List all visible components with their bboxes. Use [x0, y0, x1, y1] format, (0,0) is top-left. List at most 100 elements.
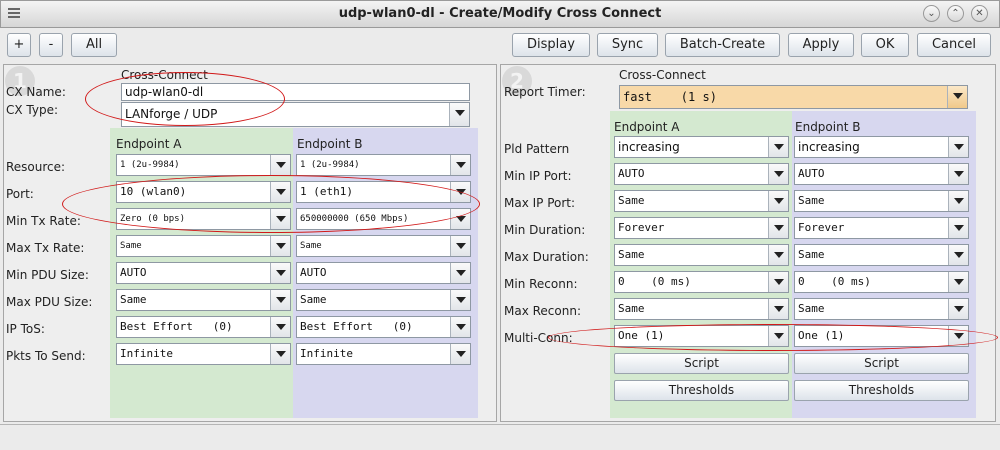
chevron-down-icon: [270, 290, 290, 310]
chevron-down-icon: [450, 344, 470, 364]
chevron-down-icon: [948, 164, 968, 184]
chevron-down-icon: [270, 209, 290, 229]
status-bar: [0, 424, 1000, 450]
thresholds-b-button[interactable]: Thresholds: [794, 380, 969, 401]
minimize-icon[interactable]: ⌄: [923, 5, 940, 22]
max-duration-label: Max Duration:: [504, 250, 589, 264]
chevron-down-icon: [450, 263, 470, 283]
chevron-down-icon: [450, 290, 470, 310]
max-duration-b-select[interactable]: Same: [794, 244, 969, 266]
chevron-down-icon: [948, 218, 968, 238]
resource-label: Resource:: [6, 160, 66, 174]
pkts-to-send-b-select[interactable]: Infinite: [296, 343, 471, 365]
cx-type-select[interactable]: LANforge / UDP: [121, 102, 470, 127]
batch-create-button[interactable]: Batch-Create: [665, 33, 780, 57]
chevron-down-icon: [948, 272, 968, 292]
cx-name-input[interactable]: udp-wlan0-dl: [121, 83, 470, 101]
multi-conn-a-select[interactable]: One (1): [614, 325, 789, 347]
chevron-down-icon: [270, 236, 290, 256]
cross-connect-header: Cross-Connect: [121, 68, 208, 82]
min-reconn-b-select[interactable]: 0 (0 ms): [794, 271, 969, 293]
min-tx-rate-label: Min Tx Rate:: [6, 214, 81, 228]
chevron-down-icon: [768, 245, 788, 265]
chevron-down-icon: [768, 191, 788, 211]
pkts-to-send-label: Pkts To Send:: [6, 349, 86, 363]
endpoint-b-header: Endpoint B: [297, 137, 363, 151]
max-ip-port-label: Max IP Port:: [504, 196, 576, 210]
resource-b-select[interactable]: 1 (2u-9984): [296, 154, 471, 176]
max-duration-a-select[interactable]: Same: [614, 244, 789, 266]
min-duration-label: Min Duration:: [504, 223, 586, 237]
chevron-down-icon: [768, 326, 788, 346]
chevron-down-icon: [948, 137, 968, 157]
min-pdu-size-b-select[interactable]: AUTO: [296, 262, 471, 284]
max-ip-port-b-select[interactable]: Same: [794, 190, 969, 212]
report-timer-select[interactable]: fast (1 s): [619, 85, 968, 109]
chevron-down-icon: [768, 272, 788, 292]
chevron-down-icon: [768, 299, 788, 319]
max-tx-rate-b-select[interactable]: Same: [296, 235, 471, 257]
max-ip-port-a-select[interactable]: Same: [614, 190, 789, 212]
min-ip-port-b-select[interactable]: AUTO: [794, 163, 969, 185]
chevron-down-icon: [270, 155, 290, 175]
max-tx-rate-label: Max Tx Rate:: [6, 241, 85, 255]
chevron-down-icon: [948, 191, 968, 211]
min-duration-a-select[interactable]: Forever: [614, 217, 789, 239]
chevron-down-icon: [450, 182, 470, 202]
chevron-down-icon: [450, 236, 470, 256]
multi-conn-label: Multi-Conn:: [504, 331, 573, 345]
cancel-button[interactable]: Cancel: [917, 33, 991, 57]
chevron-down-icon: [450, 209, 470, 229]
port-b-select[interactable]: 1 (eth1): [296, 181, 471, 203]
chevron-down-icon: [450, 317, 470, 337]
chevron-down-icon: [947, 86, 967, 108]
pkts-to-send-a-select[interactable]: Infinite: [116, 343, 291, 365]
chevron-down-icon: [948, 245, 968, 265]
pld-pattern-label: Pld Pattern: [504, 142, 570, 156]
max-tx-rate-a-select[interactable]: Same: [116, 235, 291, 257]
cx-name-label: CX Name:: [6, 85, 66, 99]
max-reconn-a-select[interactable]: Same: [614, 298, 789, 320]
max-pdu-size-a-select[interactable]: Same: [116, 289, 291, 311]
report-timer-label: Report Timer:: [504, 85, 586, 99]
ip-tos-b-select[interactable]: Best Effort (0): [296, 316, 471, 338]
endpoint-b-header: Endpoint B: [795, 120, 861, 134]
min-reconn-a-select[interactable]: 0 (0 ms): [614, 271, 789, 293]
resource-a-select[interactable]: 1 (2u-9984): [116, 154, 291, 176]
min-tx-rate-a-select[interactable]: Zero (0 bps): [116, 208, 291, 230]
chevron-down-icon: [768, 164, 788, 184]
maximize-icon[interactable]: ⌃: [947, 5, 964, 22]
chevron-down-icon: [948, 326, 968, 346]
chevron-down-icon: [270, 317, 290, 337]
min-ip-port-a-select[interactable]: AUTO: [614, 163, 789, 185]
window-title: udp-wlan0-dl - Create/Modify Cross Conne…: [338, 6, 662, 21]
script-a-button[interactable]: Script: [614, 353, 789, 374]
ok-button[interactable]: OK: [861, 33, 909, 57]
cx-type-label: CX Type:: [6, 103, 59, 117]
multi-conn-b-select[interactable]: One (1): [794, 325, 969, 347]
chevron-down-icon: [449, 103, 469, 126]
max-pdu-size-b-select[interactable]: Same: [296, 289, 471, 311]
port-a-select[interactable]: 10 (wlan0): [116, 181, 291, 203]
pld-pattern-a-select[interactable]: increasing: [614, 136, 789, 158]
endpoint-a-header: Endpoint A: [614, 120, 680, 134]
ip-tos-a-select[interactable]: Best Effort (0): [116, 316, 291, 338]
pld-pattern-b-select[interactable]: increasing: [794, 136, 969, 158]
chevron-down-icon: [948, 299, 968, 319]
chevron-down-icon: [270, 344, 290, 364]
sync-button[interactable]: Sync: [597, 33, 658, 57]
chevron-down-icon: [450, 155, 470, 175]
cross-connect-header: Cross-Connect: [619, 68, 706, 82]
all-button[interactable]: All: [71, 33, 117, 57]
add-button[interactable]: +: [7, 33, 31, 57]
min-tx-rate-b-select[interactable]: 650000000 (650 Mbps): [296, 208, 471, 230]
min-duration-b-select[interactable]: Forever: [794, 217, 969, 239]
close-icon[interactable]: ✕: [971, 5, 988, 22]
thresholds-a-button[interactable]: Thresholds: [614, 380, 789, 401]
max-reconn-b-select[interactable]: Same: [794, 298, 969, 320]
remove-button[interactable]: -: [39, 33, 63, 57]
apply-button[interactable]: Apply: [788, 33, 854, 57]
script-b-button[interactable]: Script: [794, 353, 969, 374]
min-pdu-size-a-select[interactable]: AUTO: [116, 262, 291, 284]
display-button[interactable]: Display: [512, 33, 590, 57]
